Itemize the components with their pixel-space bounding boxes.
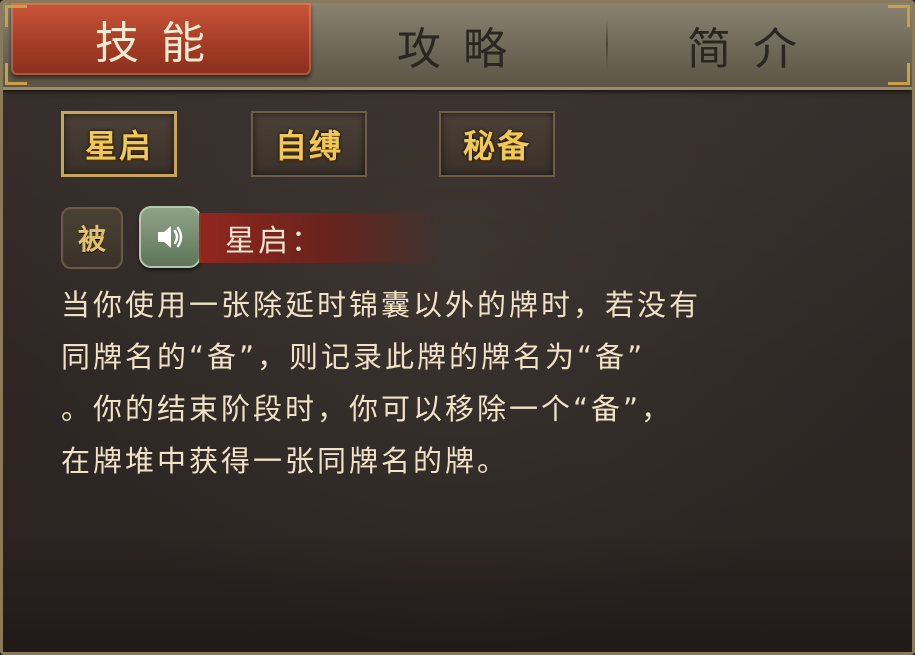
tab-intro[interactable]: 简介 (623, 3, 883, 87)
skill-title: 星启： (225, 224, 324, 259)
corner-ornament (5, 5, 27, 27)
tab-strategy[interactable]: 攻略 (333, 3, 593, 87)
tab-divider (606, 19, 608, 71)
corner-ornament (888, 63, 910, 85)
background-decoration (3, 532, 912, 652)
tab-skills[interactable]: 技能 (11, 3, 311, 75)
voice-button[interactable] (139, 206, 201, 268)
corner-ornament (5, 63, 27, 85)
tab-bar: 技能 攻略 简介 (3, 3, 912, 90)
description-line: 当你使用一张除延时锦囊以外的牌时，若没有 (61, 288, 702, 322)
passive-badge: 被 (61, 207, 123, 269)
speaker-icon (158, 226, 183, 248)
description-line: 。你的结束阶段时，你可以移除一个“备”， (61, 392, 674, 426)
description-line: 在牌堆中获得一张同牌名的牌。 (61, 444, 510, 478)
corner-ornament (888, 5, 910, 27)
skill-description: 当你使用一张除延时锦囊以外的牌时，若没有 同牌名的“备”，则记录此牌的牌名为“备… (61, 279, 881, 487)
skill-button-zifu[interactable]: 自缚 (251, 111, 367, 177)
skill-button-xingqi[interactable]: 星启 (61, 111, 177, 177)
skill-button-mibei[interactable]: 秘备 (439, 111, 555, 177)
description-line: 同牌名的“备”，则记录此牌的牌名为“备” (61, 340, 646, 374)
skill-panel: 技能 攻略 简介 星启 自缚 秘备 被 星启： 当你使用一张除延时锦囊以外的牌时… (0, 0, 915, 655)
